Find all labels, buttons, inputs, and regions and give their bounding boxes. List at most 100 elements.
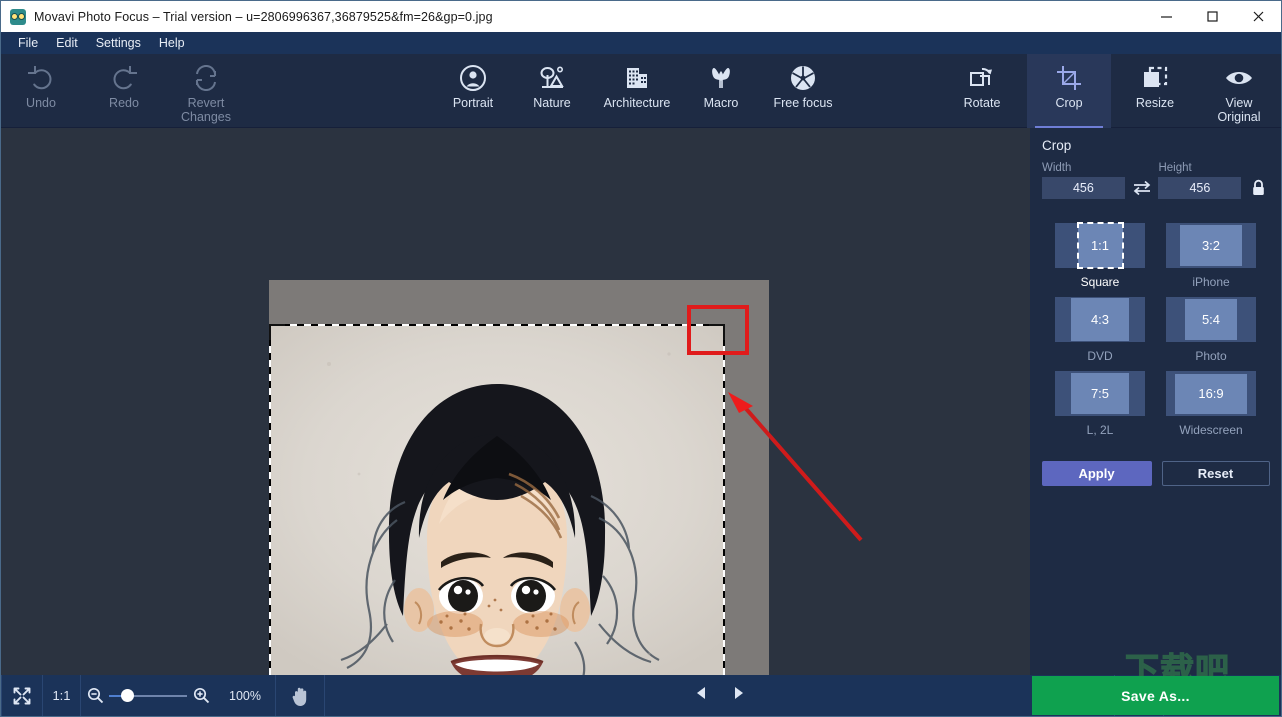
crop-width-label: Width <box>1042 162 1125 174</box>
aspect-ratio-l-2l[interactable]: 7:5 L, 2L <box>1045 365 1156 439</box>
toolbar-button-view-original[interactable]: View Original <box>1199 54 1279 128</box>
eye-icon <box>1224 63 1254 93</box>
aspect-ratio-value-photo: 5:4 <box>1185 299 1237 340</box>
aspect-ratio-dvd[interactable]: 4:3 DVD <box>1045 291 1156 365</box>
architecture-icon <box>623 63 651 93</box>
toolbar-button-crop[interactable]: Crop <box>1027 54 1111 128</box>
toolbar-label-resize: Resize <box>1136 97 1174 111</box>
aspect-name-widescreen: Widescreen <box>1179 423 1242 437</box>
panel-actions: Apply Reset <box>1030 461 1281 486</box>
aspect-name-iphone: iPhone <box>1192 275 1229 289</box>
menu-item-help[interactable]: Help <box>150 34 194 52</box>
aspect-preview-square: 1:1 <box>1055 223 1145 268</box>
toolbar-button-portrait[interactable]: Portrait <box>435 54 511 128</box>
crop-dimension-fields: Width 456 Height 456 <box>1042 162 1269 199</box>
swap-arrows-icon[interactable] <box>1129 177 1155 199</box>
toolbar-label-revert-changes: Revert Changes <box>181 97 231 124</box>
toolbar-label-undo: Undo <box>26 97 56 111</box>
crop-handle-top-right[interactable] <box>709 324 725 340</box>
toolbar-button-free-focus[interactable]: Free focus <box>757 54 849 128</box>
macro-icon <box>707 63 735 93</box>
application-window: Movavi Photo Focus – Trial version – u=2… <box>0 0 1282 717</box>
aspect-preview-iphone: 3:2 <box>1166 223 1256 268</box>
save-as-button[interactable]: Save As... <box>1032 676 1279 715</box>
aspect-ratio-value-square: 1:1 <box>1078 223 1123 268</box>
minimize-icon[interactable] <box>1143 1 1189 32</box>
crop-width-field: Width 456 <box>1042 162 1125 199</box>
aspect-ratio-value-widescreen: 16:9 <box>1175 374 1247 414</box>
aspect-ratio-grid: 1:1 Square 3:2 iPhone 4:3 DVD 5:4 <box>1030 217 1281 439</box>
close-icon[interactable] <box>1235 1 1281 32</box>
aspect-ratio-value-dvd: 4:3 <box>1071 298 1129 341</box>
zoom-slider-thumb[interactable] <box>121 689 134 702</box>
zoom-slider[interactable] <box>109 675 187 716</box>
aspect-ratio-value-l-2l: 7:5 <box>1071 373 1129 414</box>
fit-to-screen-icon[interactable] <box>2 675 42 716</box>
toolbar-button-architecture[interactable]: Architecture <box>591 54 683 128</box>
crop-width-input[interactable]: 456 <box>1042 177 1125 199</box>
menu-item-edit[interactable]: Edit <box>47 34 87 52</box>
portrait-icon <box>459 63 487 93</box>
menu-item-file[interactable]: File <box>9 34 47 52</box>
hand-tool-icon[interactable] <box>276 675 324 716</box>
toolbar-button-macro[interactable]: Macro <box>689 54 753 128</box>
previous-icon[interactable] <box>694 685 710 706</box>
toolbar-label-free-focus: Free focus <box>773 97 832 111</box>
undo-icon <box>27 63 55 93</box>
crop-height-field: Height 456 <box>1158 162 1241 199</box>
redo-icon <box>110 63 138 93</box>
title-bar: Movavi Photo Focus – Trial version – u=2… <box>1 1 1281 32</box>
zoom-in-icon[interactable] <box>187 675 215 716</box>
toolbar-button-undo[interactable]: Undo <box>5 54 77 128</box>
maximize-icon[interactable] <box>1189 1 1235 32</box>
toolbar-label-portrait: Portrait <box>453 97 493 111</box>
aspect-name-square: Square <box>1081 275 1120 289</box>
toolbar-label-redo: Redo <box>109 97 139 111</box>
menu-item-settings[interactable]: Settings <box>87 34 150 52</box>
actual-size-button[interactable]: 1:1 <box>43 675 80 716</box>
nature-icon <box>538 63 566 93</box>
apply-button[interactable]: Apply <box>1042 461 1152 486</box>
toolbar-button-redo[interactable]: Redo <box>88 54 160 128</box>
aspect-preview-photo: 5:4 <box>1166 297 1256 342</box>
crop-icon <box>1055 63 1083 93</box>
resize-icon <box>1141 63 1169 93</box>
image-canvas[interactable] <box>1 128 1031 675</box>
aspect-ratio-photo[interactable]: 5:4 Photo <box>1156 291 1267 365</box>
toolbar-label-rotate: Rotate <box>964 97 1001 111</box>
bottom-bar: 1:1 100% <box>1 675 1281 716</box>
lock-closed-icon[interactable] <box>1247 177 1269 199</box>
main-toolbar: Undo Redo Revert Changes <box>1 54 1281 128</box>
window-controls <box>1143 1 1281 32</box>
aspect-preview-l-2l: 7:5 <box>1055 371 1145 416</box>
toolbar-label-nature: Nature <box>533 97 571 111</box>
zoom-percentage: 100% <box>215 689 275 703</box>
next-icon[interactable] <box>730 685 746 706</box>
toolbar-button-resize[interactable]: Resize <box>1117 54 1193 128</box>
revert-icon <box>192 63 220 93</box>
zoom-out-icon[interactable] <box>81 675 109 716</box>
aspect-ratio-square[interactable]: 1:1 Square <box>1045 217 1156 291</box>
toolbar-label-view-original: View Original <box>1217 97 1260 124</box>
toolbar-label-crop: Crop <box>1055 97 1082 111</box>
owl-icon <box>10 9 26 25</box>
crop-height-input[interactable]: 456 <box>1158 177 1241 199</box>
crop-handle-top-left[interactable] <box>269 324 285 340</box>
crop-selection-border <box>269 324 725 675</box>
free-focus-icon <box>789 63 817 93</box>
rotate-icon <box>968 63 996 93</box>
panel-title: Crop <box>1042 138 1281 153</box>
toolbar-button-revert-changes[interactable]: Revert Changes <box>167 54 245 128</box>
aspect-preview-dvd: 4:3 <box>1055 297 1145 342</box>
image-navigation <box>325 685 1114 706</box>
aspect-ratio-iphone[interactable]: 3:2 iPhone <box>1156 217 1267 291</box>
menu-bar: File Edit Settings Help <box>1 32 1281 54</box>
toolbar-button-rotate[interactable]: Rotate <box>945 54 1019 128</box>
aspect-ratio-widescreen[interactable]: 16:9 Widescreen <box>1156 365 1267 439</box>
window-title: Movavi Photo Focus – Trial version – u=2… <box>34 10 493 24</box>
aspect-preview-widescreen: 16:9 <box>1166 371 1256 416</box>
toolbar-button-nature[interactable]: Nature <box>517 54 587 128</box>
reset-button[interactable]: Reset <box>1162 461 1270 486</box>
photo-container <box>269 280 769 675</box>
crop-selection[interactable] <box>269 324 725 675</box>
